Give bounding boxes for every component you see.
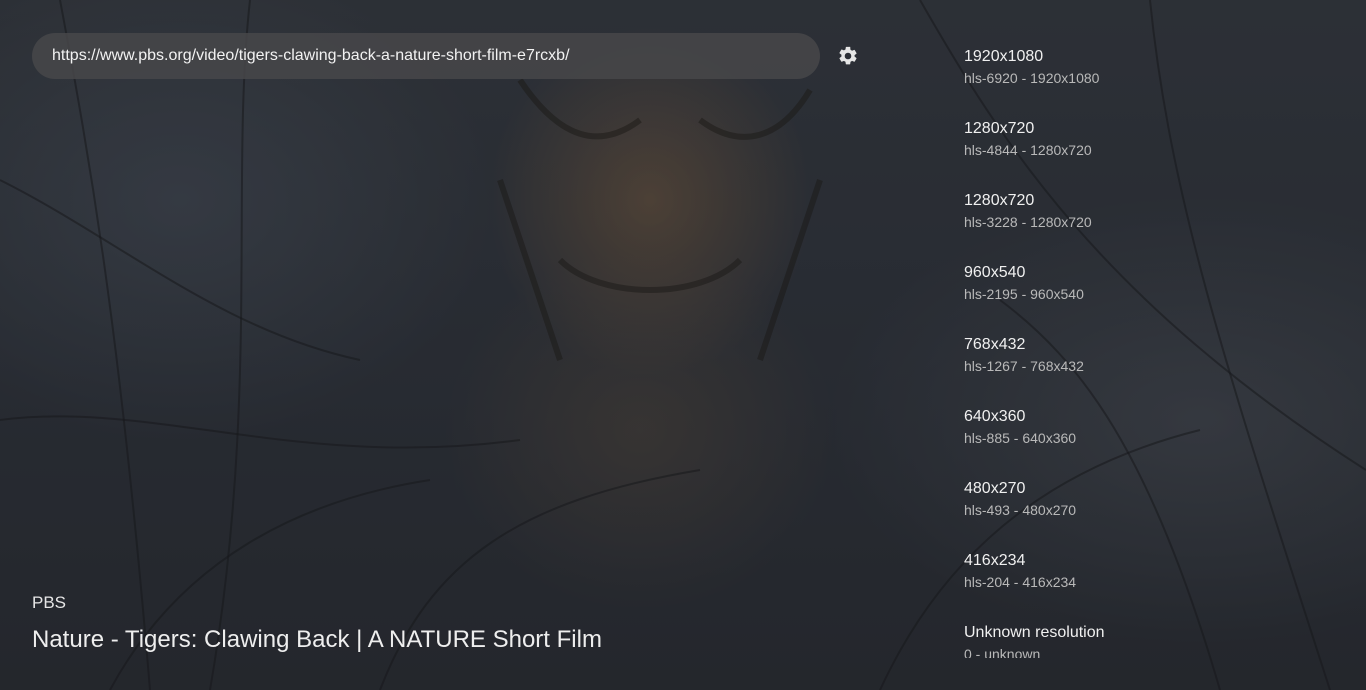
resolution-option[interactable]: 416x234 hls-204 - 416x234 [964,550,1344,622]
url-input[interactable] [52,47,800,65]
gear-icon [839,46,857,65]
resolution-option[interactable]: 1280x720 hls-4844 - 1280x720 [964,118,1344,190]
resolution-detail: hls-1267 - 768x432 [964,358,1084,374]
resolution-detail: hls-3228 - 1280x720 [964,214,1092,230]
resolution-list: 1920x1080 hls-6920 - 1920x1080 1280x720 … [964,46,1344,658]
resolution-option[interactable]: 640x360 hls-885 - 640x360 [964,406,1344,478]
video-title: Nature - Tigers: Clawing Back | A NATURE… [32,626,602,653]
resolution-title: 1280x720 [964,192,1035,209]
resolution-detail: hls-6920 - 1920x1080 [964,70,1100,86]
resolution-detail: hls-885 - 640x360 [964,430,1077,446]
resolution-title: 416x234 [964,552,1026,569]
app-window: 1920x1080 hls-6920 - 1920x1080 1280x720 … [0,0,1366,690]
resolution-title: 480x270 [964,480,1026,497]
resolution-detail: hls-4844 - 1280x720 [964,142,1092,158]
settings-button[interactable] [834,42,862,70]
resolution-detail: 0 - unknown [964,646,1041,658]
resolution-option[interactable]: Unknown resolution 0 - unknown [964,622,1344,658]
resolution-option[interactable]: 960x540 hls-2195 - 960x540 [964,262,1344,334]
resolution-title: 1920x1080 [964,48,1044,65]
resolution-title: 1280x720 [964,120,1035,137]
resolution-option[interactable]: 480x270 hls-493 - 480x270 [964,478,1344,550]
resolution-option[interactable]: 1920x1080 hls-6920 - 1920x1080 [964,46,1344,118]
resolution-detail: hls-204 - 416x234 [964,574,1077,590]
resolution-title: 640x360 [964,408,1026,425]
url-bar[interactable] [32,33,820,79]
resolution-title: Unknown resolution [964,624,1105,641]
resolution-detail: hls-493 - 480x270 [964,502,1077,518]
resolution-title: 768x432 [964,336,1026,353]
resolution-option[interactable]: 768x432 hls-1267 - 768x432 [964,334,1344,406]
resolution-title: 960x540 [964,264,1026,281]
video-channel: PBS [32,593,67,612]
resolution-option[interactable]: 1280x720 hls-3228 - 1280x720 [964,190,1344,262]
resolution-detail: hls-2195 - 960x540 [964,286,1084,302]
